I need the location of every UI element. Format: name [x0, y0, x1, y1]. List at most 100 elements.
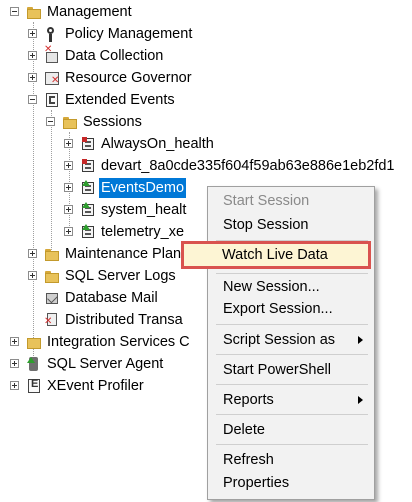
tree-node-integration-services[interactable]: Integration Services C: [0, 331, 200, 353]
expand-toggle[interactable]: [28, 51, 37, 60]
node-label: Resource Governor: [65, 70, 192, 86]
database-mail-icon: [44, 290, 60, 306]
menu-separator: [216, 414, 368, 415]
menu-item-start-session: Start Session: [209, 189, 373, 213]
collapse-toggle[interactable]: [28, 95, 37, 104]
menu-item-label: Export Session...: [223, 301, 333, 317]
menu-item-watch-live-data[interactable]: Watch Live Data: [181, 241, 371, 269]
menu-separator: [216, 384, 368, 385]
tree-node-sql-server-logs[interactable]: SQL Server Logs: [0, 265, 200, 287]
node-label-selected: EventsDemo: [99, 178, 187, 198]
extended-events-icon: [44, 92, 60, 108]
folder-icon: [44, 268, 60, 284]
tree-node-session-system-health[interactable]: system_healt: [0, 199, 200, 221]
expand-toggle[interactable]: [28, 29, 37, 38]
menu-separator: [216, 324, 368, 325]
tree-node-session-eventsdemo[interactable]: EventsDemo: [0, 177, 200, 199]
expand-toggle[interactable]: [10, 381, 19, 390]
menu-separator: [216, 444, 368, 445]
session-icon: [80, 202, 96, 218]
menu-item-label: Properties: [223, 475, 290, 491]
running-status-icon: [82, 180, 90, 186]
submenu-arrow-icon: [358, 396, 363, 404]
node-label: system_healt: [101, 202, 187, 218]
node-label: XEvent Profiler: [47, 378, 144, 394]
node-label: Data Collection: [65, 48, 164, 64]
context-menu: Start Session Stop Session New Session..…: [207, 186, 375, 500]
resource-governor-icon: [44, 70, 60, 86]
collapse-toggle[interactable]: [10, 7, 19, 16]
running-status-icon: [82, 202, 90, 208]
menu-item-start-powershell[interactable]: Start PowerShell: [209, 358, 373, 382]
folder-icon: [62, 114, 78, 130]
tree-node-distributed-transactions[interactable]: Distributed Transa: [0, 309, 200, 331]
menu-item-label: Refresh: [223, 452, 274, 468]
node-label: devart_8a0cde335f604f59ab63e886e1eb2fd1: [101, 158, 395, 174]
collapse-toggle[interactable]: [46, 117, 55, 126]
tree-node-session-alwayson[interactable]: AlwaysOn_health: [0, 133, 240, 155]
node-label: AlwaysOn_health: [101, 136, 214, 152]
data-collection-icon: [44, 44, 60, 64]
expand-toggle[interactable]: [64, 205, 73, 214]
folder-icon: [26, 334, 42, 350]
tree-node-xevent-profiler[interactable]: XEvent Profiler: [0, 375, 200, 397]
node-label: SQL Server Logs: [65, 268, 176, 284]
menu-item-label: Start Session: [223, 193, 310, 209]
menu-item-export-session[interactable]: Export Session...: [209, 297, 373, 321]
stopped-status-icon: [82, 137, 87, 142]
menu-item-label: Reports: [223, 392, 274, 408]
tree-node-resource-governor[interactable]: Resource Governor: [0, 67, 220, 89]
menu-separator: [216, 354, 368, 355]
tree-node-sessions[interactable]: Sessions: [0, 111, 220, 133]
folder-icon: [26, 4, 42, 20]
running-status-icon: [82, 224, 90, 230]
menu-item-refresh[interactable]: Refresh: [209, 448, 373, 472]
submenu-arrow-icon: [358, 336, 363, 344]
menu-item-label: Watch Live Data: [222, 247, 328, 263]
expand-toggle[interactable]: [64, 183, 73, 192]
policy-icon: [44, 26, 60, 42]
sql-agent-icon: [26, 356, 42, 372]
menu-item-label: Delete: [223, 422, 265, 438]
node-label: Extended Events: [65, 92, 175, 108]
expand-toggle[interactable]: [10, 337, 19, 346]
menu-item-label: Script Session as: [223, 332, 336, 348]
folder-icon: [44, 246, 60, 262]
expand-toggle[interactable]: [64, 227, 73, 236]
menu-item-new-session[interactable]: New Session...: [209, 275, 373, 299]
menu-item-properties[interactable]: Properties: [209, 471, 373, 495]
tree-node-session-telemetry[interactable]: telemetry_xe: [0, 221, 200, 243]
expand-toggle[interactable]: [28, 271, 37, 280]
tree-node-session-devart[interactable]: devart_8a0cde335f604f59ab63e886e1eb2fd1: [0, 155, 412, 177]
distributed-transactions-icon: [44, 312, 60, 328]
expand-toggle[interactable]: [64, 161, 73, 170]
tree-node-data-collection[interactable]: Data Collection: [0, 44, 220, 67]
node-label: Management: [47, 4, 132, 20]
menu-item-delete[interactable]: Delete: [209, 418, 373, 442]
node-label: Distributed Transa: [65, 312, 183, 328]
tree-node-maintenance-plans[interactable]: Maintenance Plans: [0, 243, 200, 265]
expand-toggle[interactable]: [28, 73, 37, 82]
tree-node-sql-server-agent[interactable]: SQL Server Agent: [0, 353, 200, 375]
node-label: Integration Services C: [47, 334, 190, 350]
session-icon: [80, 224, 96, 240]
session-icon: [80, 180, 96, 196]
node-label: Database Mail: [65, 290, 158, 306]
menu-item-label: Stop Session: [223, 217, 309, 233]
expand-toggle[interactable]: [28, 249, 37, 258]
menu-item-script-session-as[interactable]: Script Session as: [209, 328, 373, 352]
expand-toggle[interactable]: [10, 359, 19, 368]
xevent-profiler-icon: [26, 378, 42, 394]
node-label: SQL Server Agent: [47, 356, 164, 372]
expand-toggle[interactable]: [64, 139, 73, 148]
menu-item-label: New Session...: [223, 279, 320, 295]
session-icon: [80, 136, 96, 152]
menu-item-reports[interactable]: Reports: [209, 388, 373, 412]
tree-node-policy-management[interactable]: Policy Management: [0, 23, 220, 45]
menu-item-stop-session[interactable]: Stop Session: [209, 213, 373, 237]
session-icon: [80, 158, 96, 174]
tree-node-management[interactable]: Management: [0, 1, 200, 23]
tree-node-database-mail[interactable]: Database Mail: [0, 287, 200, 309]
tree-node-extended-events[interactable]: Extended Events: [0, 89, 220, 111]
menu-separator: [216, 273, 368, 274]
